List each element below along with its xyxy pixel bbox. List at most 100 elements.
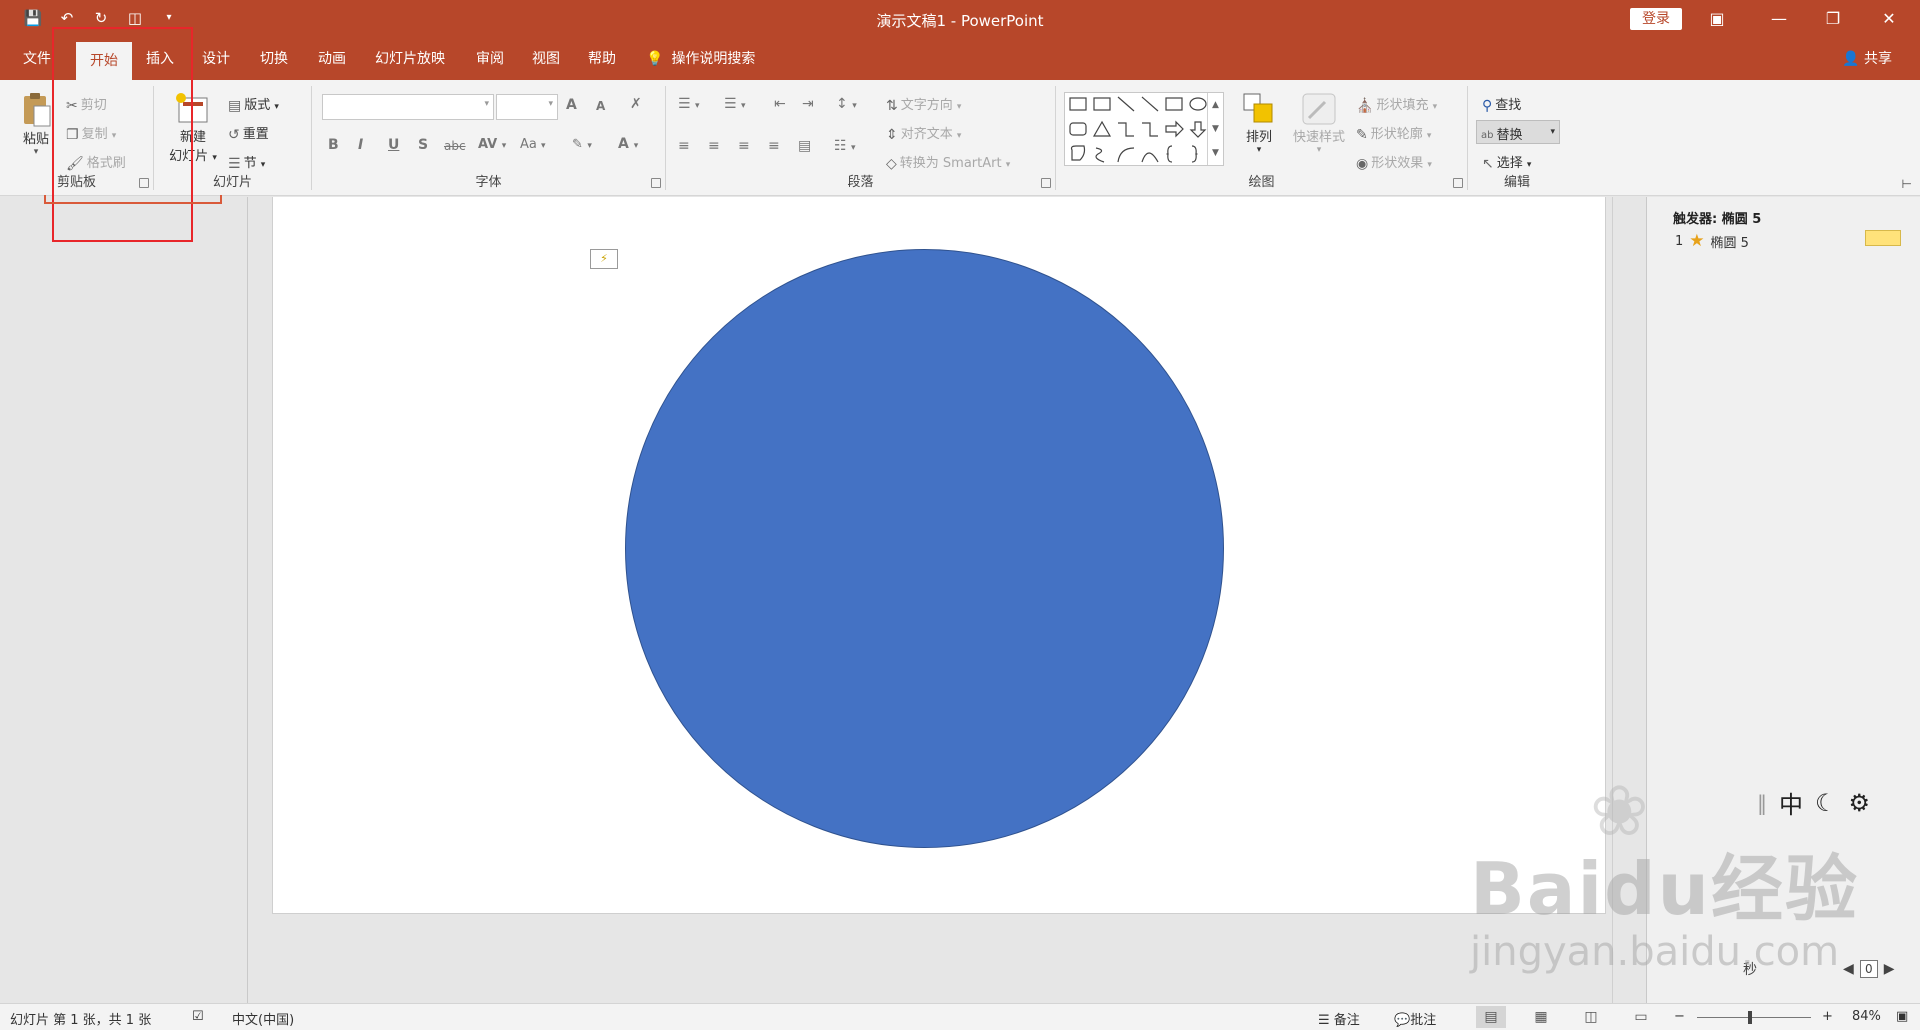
decrease-indent-icon[interactable]: ⇤ xyxy=(774,96,786,112)
gear-icon[interactable]: ⚙ xyxy=(1849,789,1871,817)
justify-icon[interactable]: ≡ xyxy=(768,138,780,154)
ime-handle-icon[interactable]: ‖ xyxy=(1757,791,1767,815)
normal-view-icon[interactable]: ▤ xyxy=(1476,1006,1506,1028)
notes-icon: ☰ xyxy=(1318,1013,1330,1028)
minimize-button[interactable]: — xyxy=(1756,0,1802,38)
arrange-button[interactable]: 排列 ▾ xyxy=(1238,92,1280,155)
shape-outline-button[interactable]: ✎ 形状轮廓 ▾ xyxy=(1356,123,1431,143)
shapes-gallery[interactable]: ▲ ▼ ▼ xyxy=(1064,92,1224,166)
zoom-out-button[interactable]: − xyxy=(1674,1009,1685,1024)
find-button[interactable]: ⚲ 查找 xyxy=(1482,94,1521,114)
select-button[interactable]: ↖ 选择 ▾ xyxy=(1482,152,1531,172)
paragraph-group: ☰ ▾ ☰ ▾ ⇤ ⇥ ↕ ▾ ⇅ 文字方向 ▾ ≡ ≡ ≡ ≡ ▤ ☷ ▾ ⇕ 对… xyxy=(666,86,1056,190)
thumbnail-pane[interactable] xyxy=(0,197,248,1003)
slide-sorter-icon[interactable]: ▦ xyxy=(1526,1006,1556,1028)
strikethrough-button[interactable]: abc xyxy=(444,139,466,153)
replace-button[interactable]: ab 替换 ▾ xyxy=(1476,120,1560,144)
section-icon: ☰ xyxy=(228,155,241,172)
font-color-button[interactable]: A ▾ xyxy=(618,136,638,152)
character-spacing-button[interactable]: AV ▾ xyxy=(478,137,506,152)
scroll-left-icon[interactable]: ◀ xyxy=(1843,961,1854,977)
bullets-icon[interactable]: ☰ ▾ xyxy=(678,96,700,112)
shape-effects-button[interactable]: ◉ 形状效果 ▾ xyxy=(1356,152,1432,172)
clear-formatting-icon[interactable]: ✗ xyxy=(630,96,642,112)
shape-fill-button[interactable]: ⛪ 形状填充 ▾ xyxy=(1356,94,1437,114)
convert-smartart-button[interactable]: ◇ 转换为 SmartArt ▾ xyxy=(886,152,1010,172)
close-button[interactable]: ✕ xyxy=(1866,0,1912,38)
effects-icon: ◉ xyxy=(1356,155,1369,172)
highlight-color-icon[interactable]: ✎ ▾ xyxy=(572,137,592,152)
animation-item-index: 1 xyxy=(1675,233,1684,249)
align-text-icon: ⇕ xyxy=(886,126,898,143)
comments-button[interactable]: 💬批注 xyxy=(1394,1009,1436,1028)
layout-button[interactable]: ▤ 版式 ▾ xyxy=(228,94,279,114)
drawing-launcher-icon[interactable] xyxy=(1453,178,1463,188)
columns-icon[interactable]: ☷ ▾ xyxy=(834,138,856,154)
vertical-scrollbar[interactable] xyxy=(1612,197,1644,1003)
animation-timeline-bar[interactable] xyxy=(1865,230,1901,246)
zoom-level[interactable]: 84% xyxy=(1852,1009,1881,1024)
zoom-slider-thumb[interactable] xyxy=(1748,1011,1752,1024)
tab-help[interactable]: 帮助 xyxy=(580,38,624,80)
ribbon: 粘贴 ▾ ✂ 剪切 ❐ 复制 ▾ 🖌 格式刷 剪贴板 新建 幻灯片 ▾ ▤ 版式 ▾ ↺… xyxy=(0,80,1920,196)
tab-view[interactable]: 视图 xyxy=(524,38,568,80)
login-button[interactable]: 登录 xyxy=(1630,8,1682,30)
bold-button[interactable]: B xyxy=(328,137,339,153)
notes-button[interactable]: ☰ 备注 xyxy=(1318,1009,1360,1028)
increase-indent-icon[interactable]: ⇥ xyxy=(802,96,814,112)
share-button[interactable]: 👤 共享 xyxy=(1842,38,1892,80)
align-right-icon[interactable]: ≡ xyxy=(738,138,750,154)
ribbon-display-options-icon[interactable]: ▣ xyxy=(1694,0,1740,38)
reset-button[interactable]: ↺ 重置 xyxy=(228,123,269,143)
title-bar: 💾 ↶ ↻ ◫ ▾ 演示文稿1 - PowerPoint 登录 ▣ — ❐ ✕ xyxy=(0,0,1920,38)
ime-chinese-mode[interactable]: 中 xyxy=(1779,785,1803,820)
align-center-icon[interactable]: ≡ xyxy=(708,138,720,154)
tell-me-search[interactable]: 💡 操作说明搜索 xyxy=(646,38,796,80)
align-text-button[interactable]: ⇕ 对齐文本 ▾ xyxy=(886,123,961,143)
restore-button[interactable]: ❐ xyxy=(1810,0,1856,38)
align-left-icon[interactable]: ≡ xyxy=(678,138,690,154)
tab-review[interactable]: 审阅 xyxy=(468,38,512,80)
drawing-group: ▲ ▼ ▼ 排列 ▾ 快速样式 ▾ ⛪ 形状填充 ▾ ✎ 形状轮廓 ▾ ◉ 形状效果 ▾ … xyxy=(1056,86,1468,190)
fit-to-window-icon[interactable]: ▣ xyxy=(1896,1009,1908,1024)
timeline-page-box[interactable]: 0 xyxy=(1859,960,1878,978)
change-case-button[interactable]: Aa ▾ xyxy=(520,137,546,152)
font-launcher-icon[interactable] xyxy=(651,178,661,188)
text-direction-button[interactable]: ⇅ 文字方向 ▾ xyxy=(886,94,961,114)
reading-view-icon[interactable]: ◫ xyxy=(1576,1006,1606,1028)
numbering-icon[interactable]: ☰ ▾ xyxy=(724,96,746,112)
replace-icon: ab xyxy=(1481,130,1494,141)
star-icon: ★ xyxy=(1689,231,1705,251)
distributed-icon[interactable]: ▤ xyxy=(798,138,811,154)
drawing-group-label: 绘图 xyxy=(1248,175,1275,190)
slideshow-view-icon[interactable]: ▭ xyxy=(1626,1006,1656,1028)
zoom-in-button[interactable]: + xyxy=(1822,1009,1833,1024)
ellipse-shape[interactable] xyxy=(625,249,1224,848)
underline-button[interactable]: U xyxy=(388,137,399,153)
language-indicator[interactable]: 中文(中国) xyxy=(232,1009,294,1028)
spellcheck-icon[interactable]: ☑ xyxy=(192,1009,204,1024)
tab-transitions[interactable]: 切换 xyxy=(252,38,296,80)
seconds-label[interactable]: 秒 xyxy=(1743,959,1757,979)
quick-styles-button[interactable]: 快速样式 ▾ xyxy=(1286,92,1352,155)
animation-trigger-tag[interactable]: ⚡ xyxy=(590,249,618,269)
gallery-scroll[interactable]: ▲ ▼ ▼ xyxy=(1207,93,1223,165)
scroll-right-icon[interactable]: ▶ xyxy=(1884,961,1895,977)
tab-design[interactable]: 设计 xyxy=(194,38,238,80)
line-spacing-icon[interactable]: ↕ ▾ xyxy=(836,96,857,112)
animation-item[interactable]: 1 ★ 椭圆 5 xyxy=(1675,231,1749,251)
moon-icon[interactable]: ☾ xyxy=(1815,789,1837,817)
tab-slideshow[interactable]: 幻灯片放映 xyxy=(366,38,454,80)
font-name-combo[interactable]: ▾ xyxy=(322,94,494,120)
section-button[interactable]: ☰ 节 ▾ xyxy=(228,152,265,172)
grow-font-button[interactable]: A xyxy=(566,97,577,113)
pin-ribbon-icon[interactable]: ⊢ xyxy=(1902,177,1912,191)
shadow-button[interactable]: S xyxy=(418,137,428,153)
shrink-font-button[interactable]: A xyxy=(596,99,605,113)
zoom-slider-track[interactable] xyxy=(1697,1017,1811,1018)
editing-group-label: 编辑 xyxy=(1503,175,1530,190)
italic-button[interactable]: I xyxy=(358,137,363,153)
tab-animations[interactable]: 动画 xyxy=(310,38,354,80)
paragraph-launcher-icon[interactable] xyxy=(1041,178,1051,188)
font-size-combo[interactable]: ▾ xyxy=(496,94,558,120)
